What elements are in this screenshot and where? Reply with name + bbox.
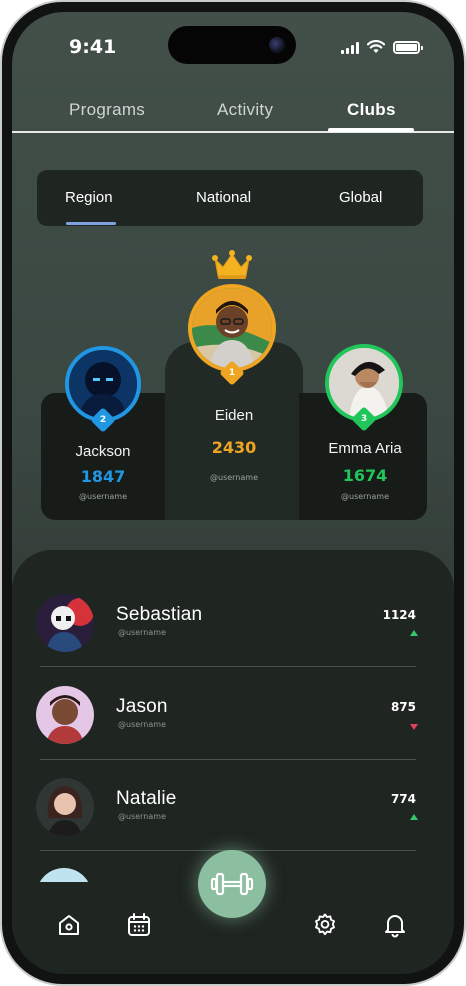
cellular-signal-icon <box>341 41 359 54</box>
settings-icon[interactable] <box>312 912 338 938</box>
rank-badge-1: 1 <box>219 360 245 386</box>
dumbbell-icon <box>210 872 254 896</box>
crown-icon <box>212 250 252 279</box>
row-score: 774 <box>390 792 416 806</box>
third-place-score: 1674 <box>342 466 388 485</box>
divider <box>40 759 416 760</box>
row-username: @username <box>118 812 166 821</box>
avatar-image <box>36 594 94 652</box>
rank-badge-2: 2 <box>90 407 116 433</box>
first-place-score: 2430 <box>211 438 257 457</box>
list-item[interactable]: Natalie @username 774 <box>12 762 454 854</box>
battery-icon <box>393 40 423 54</box>
second-place-score: 1847 <box>80 467 126 486</box>
tab-programs[interactable]: Programs <box>69 100 145 120</box>
avatar-image <box>36 778 94 836</box>
segment-national[interactable]: National <box>196 189 251 206</box>
avatar-image <box>192 288 272 368</box>
first-place-name: Eiden <box>214 407 254 424</box>
trend-up-icon <box>410 814 418 820</box>
app-screen: 9:41 Programs Activity Clubs Region Nati… <box>12 12 454 974</box>
segment-active-indicator <box>66 222 116 225</box>
segment-region[interactable]: Region <box>65 189 113 206</box>
first-place-username: @username <box>210 473 258 482</box>
row-name: Jason <box>116 696 168 717</box>
row-score: 875 <box>390 700 416 714</box>
trend-up-icon <box>410 630 418 636</box>
avatar <box>36 778 94 836</box>
trend-down-icon <box>410 724 418 730</box>
divider <box>40 666 416 667</box>
camera-icon <box>269 37 285 53</box>
status-icons <box>341 40 423 54</box>
row-name: Natalie <box>116 788 177 809</box>
workout-fab-button[interactable] <box>198 850 266 918</box>
avatar <box>36 594 94 652</box>
avatar <box>36 686 94 744</box>
row-name: Sebastian <box>116 604 203 625</box>
row-score: 1124 <box>382 608 416 622</box>
row-username: @username <box>118 628 166 637</box>
list-item[interactable]: Sebastian @username 1124 <box>12 578 454 670</box>
tab-clubs[interactable]: Clubs <box>347 100 396 120</box>
second-place-name: Jackson <box>75 443 131 460</box>
list-item[interactable]: Jason @username 875 <box>12 670 454 762</box>
avatar-image <box>36 686 94 744</box>
third-place-name: Emma Aria <box>328 440 402 457</box>
segment-global[interactable]: Global <box>339 189 382 206</box>
row-username: @username <box>118 720 166 729</box>
second-place-username: @username <box>79 492 127 501</box>
calendar-icon[interactable] <box>126 912 152 938</box>
rank-badge-3: 3 <box>351 406 377 432</box>
first-place-avatar[interactable] <box>188 284 276 372</box>
third-place-username: @username <box>341 492 389 501</box>
wifi-icon <box>367 40 385 53</box>
bell-icon[interactable] <box>382 912 408 938</box>
tab-activity[interactable]: Activity <box>217 100 273 120</box>
scope-segment-control: Region National Global <box>37 170 423 226</box>
active-tab-indicator <box>328 128 414 132</box>
status-time: 9:41 <box>69 36 117 58</box>
home-icon[interactable] <box>56 912 82 938</box>
dynamic-island <box>168 26 296 64</box>
